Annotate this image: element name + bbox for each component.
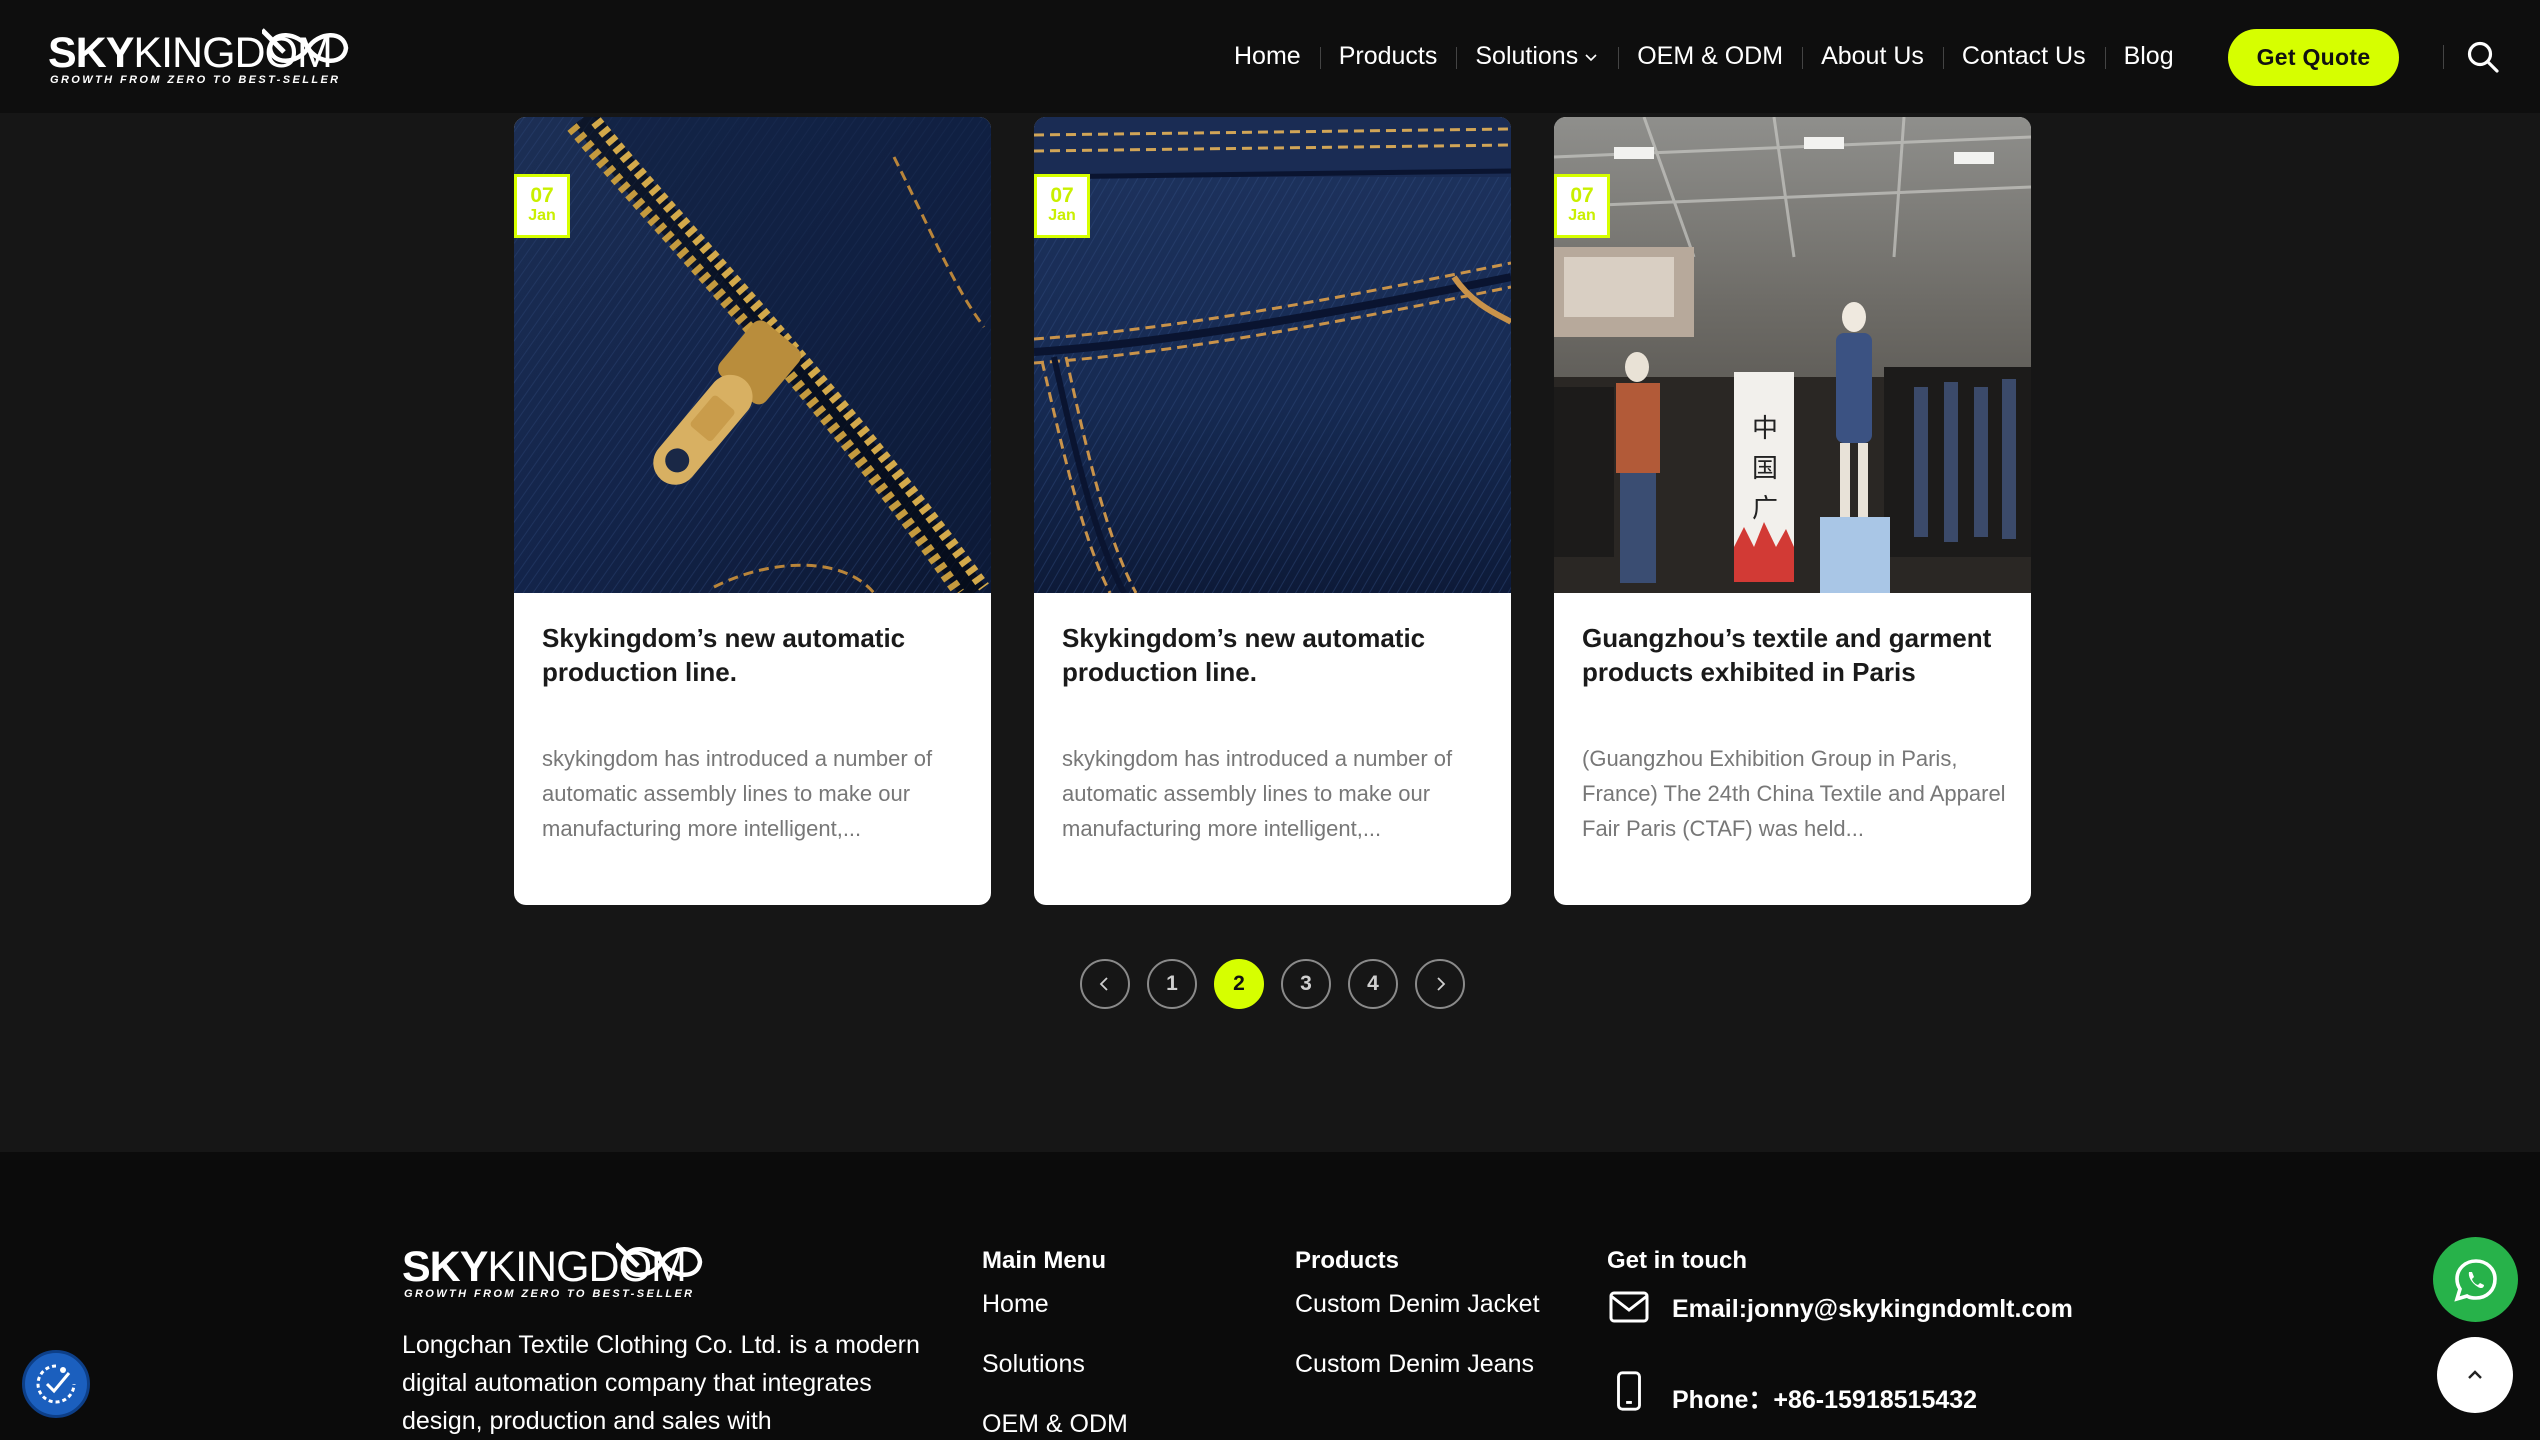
post-date-day: 07	[1570, 184, 1594, 207]
chevron-down-icon	[1585, 53, 1597, 61]
whatsapp-icon	[2453, 1258, 2497, 1302]
footer-link-oem-odm[interactable]: OEM & ODM	[982, 1410, 1128, 1439]
svg-text:国: 国	[1752, 454, 1778, 484]
post-image-trade-fair[interactable]: 中 国 广	[1554, 117, 2031, 593]
blog-card[interactable]: 07 Jan Skykingdom’s new automatic produc…	[514, 117, 991, 905]
post-excerpt: skykingdom has introduced a number of au…	[542, 746, 933, 841]
post-excerpt: skykingdom has introduced a number of au…	[1062, 746, 1453, 841]
blog-card[interactable]: 中 国 广 07 Jan Guangzhou’s textile and gar…	[1554, 117, 2031, 905]
nav-oem-odm[interactable]: OEM & ODM	[1618, 41, 1802, 73]
nav-solutions-label: Solutions	[1475, 42, 1579, 70]
infinity-logo-icon	[262, 28, 349, 63]
post-date-badge: 07 Jan	[1034, 174, 1090, 238]
blog-card[interactable]: 07 Jan Skykingdom’s new automatic produc…	[1034, 117, 1511, 905]
nav-contact-us[interactable]: Contact Us	[1942, 41, 2105, 73]
chevron-up-icon	[2468, 1370, 2482, 1379]
footer-link-home[interactable]: Home	[982, 1290, 1049, 1319]
nav-solutions[interactable]: Solutions	[1456, 41, 1618, 73]
post-date-day: 07	[1050, 184, 1074, 207]
post-image-denim-zipper[interactable]	[514, 117, 991, 593]
post-date-badge: 07 Jan	[1554, 174, 1610, 238]
footer-brand-logo[interactable]: SKYKINGDOM GROWTH FROM ZERO TO BEST-SELL…	[402, 1240, 712, 1302]
main-nav: Home Products Solutions OEM & ODM About …	[1215, 0, 2193, 113]
page-3-button[interactable]: 3	[1281, 959, 1331, 1009]
post-date-month: Jan	[1048, 207, 1076, 224]
footer-email-text: Email:jonny@skykingndomlt.com	[1672, 1295, 2073, 1323]
page-4-button[interactable]: 4	[1348, 959, 1398, 1009]
footer-main-menu-heading: Main Menu	[982, 1247, 1106, 1274]
footer-link-custom-denim-jacket[interactable]: Custom Denim Jacket	[1295, 1290, 1540, 1319]
svg-text:中: 中	[1752, 414, 1778, 444]
post-date-day: 07	[530, 184, 554, 207]
nav-blog[interactable]: Blog	[2104, 41, 2193, 73]
footer-products-heading: Products	[1295, 1247, 1400, 1274]
envelope-icon	[1609, 1291, 1649, 1323]
footer-link-solutions[interactable]: Solutions	[982, 1350, 1085, 1379]
post-date-month: Jan	[1568, 207, 1596, 224]
mobile-phone-icon	[1617, 1371, 1641, 1411]
brand-logo[interactable]: SKYKINGDOM GROWTH FROM ZERO TO BEST-SELL…	[48, 26, 358, 88]
chevron-right-icon	[1437, 977, 1446, 991]
svg-text:广: 广	[1752, 494, 1778, 524]
post-title[interactable]: Skykingdom’s new automatic production li…	[1062, 621, 1492, 689]
site-header: SKYKINGDOM GROWTH FROM ZERO TO BEST-SELL…	[0, 0, 2540, 113]
page-1-button[interactable]: 1	[1147, 959, 1197, 1009]
nav-home[interactable]: Home	[1215, 41, 1320, 73]
footer-about-text: Longchan Textile Clothing Co. Ltd. is a …	[402, 1331, 920, 1435]
post-date-badge: 07 Jan	[514, 174, 570, 238]
nav-products[interactable]: Products	[1319, 41, 1457, 73]
post-excerpt: (Guangzhou Exhibition Group in Paris, Fr…	[1582, 746, 2006, 841]
footer-phone-text: Phone：+86-15918515432	[1672, 1386, 1978, 1414]
footer-contact-heading: Get in touch	[1607, 1247, 1747, 1274]
post-title[interactable]: Skykingdom’s new automatic production li…	[542, 621, 972, 689]
accessibility-button[interactable]	[22, 1350, 90, 1418]
header-divider	[2443, 45, 2444, 69]
get-quote-button[interactable]: Get Quote	[2228, 29, 2399, 86]
infinity-logo-icon	[616, 1242, 703, 1277]
chevron-left-icon	[1099, 977, 1108, 991]
nav-about-us[interactable]: About Us	[1802, 41, 1943, 73]
back-to-top-button[interactable]	[2437, 1337, 2513, 1413]
footer-link-custom-denim-jeans[interactable]: Custom Denim Jeans	[1295, 1350, 1534, 1379]
logo-tagline: GROWTH FROM ZERO TO BEST-SELLER	[50, 74, 341, 86]
accessibility-icon	[36, 1364, 76, 1404]
whatsapp-chat-button[interactable]	[2433, 1237, 2518, 1322]
post-image-denim-pocket[interactable]	[1034, 117, 1511, 593]
page-2-button[interactable]: 2	[1214, 959, 1264, 1009]
site-footer: SKYKINGDOM GROWTH FROM ZERO TO BEST-SELL…	[0, 1152, 2540, 1440]
logo-tagline: GROWTH FROM ZERO TO BEST-SELLER	[404, 1288, 695, 1300]
next-page-button[interactable]	[1415, 959, 1465, 1009]
prev-page-button[interactable]	[1080, 959, 1130, 1009]
post-title[interactable]: Guangzhou’s textile and garment products…	[1582, 621, 2012, 689]
post-date-month: Jan	[528, 207, 556, 224]
search-icon[interactable]	[2466, 40, 2500, 74]
